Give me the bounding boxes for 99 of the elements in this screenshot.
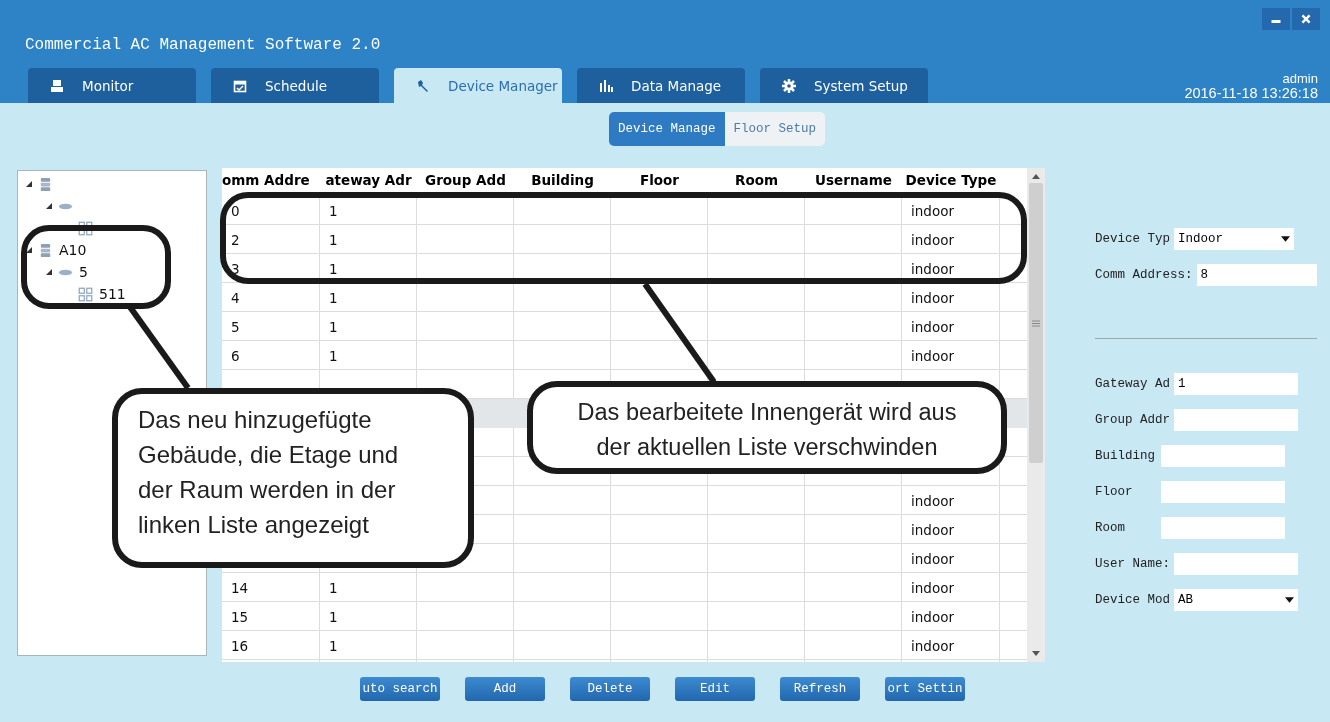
field-label: Gateway Ad: [1095, 377, 1170, 391]
tab[interactable]: Data Manage: [577, 68, 745, 103]
input-field[interactable]: [1174, 409, 1298, 431]
minimize-button[interactable]: [1262, 8, 1290, 30]
segment-tab[interactable]: Floor Setup: [724, 112, 825, 146]
scroll-up-icon[interactable]: [1032, 174, 1040, 179]
table-cell: 1: [329, 579, 338, 596]
minimize-icon: [1271, 20, 1281, 23]
printer-icon: [50, 78, 64, 93]
column-header[interactable]: ateway Adr: [320, 172, 417, 196]
callout-tooltip: Das neu hinzugefügte Gebäude, die Etage und der Raum werden in der linken Liste angezeigt: [112, 388, 474, 568]
action-button[interactable]: Refresh: [780, 677, 860, 701]
table-cell: indoor: [911, 492, 954, 509]
table-cell: indoor: [911, 521, 954, 538]
action-button[interactable]: Add: [465, 677, 545, 701]
action-button[interactable]: Edit: [675, 677, 755, 701]
caret-icon: [1285, 597, 1294, 603]
expanded-triangle-icon[interactable]: [26, 181, 32, 187]
input-field[interactable]: [1161, 481, 1285, 503]
building-icon: [38, 176, 53, 192]
table-cell: 14: [231, 579, 249, 596]
table-cell: 16: [231, 637, 249, 654]
table-cell: indoor: [911, 318, 954, 335]
dropdown[interactable]: AB: [1174, 589, 1298, 611]
field-label: Room: [1095, 521, 1126, 535]
table-cell: 1: [329, 318, 338, 335]
action-button[interactable]: ort Settin: [885, 677, 965, 701]
building-icon: [38, 242, 53, 258]
input-field[interactable]: [1174, 553, 1298, 575]
table-cell: indoor: [911, 231, 954, 248]
column-header[interactable]: omm Addre: [222, 172, 320, 196]
table-cell: indoor: [911, 608, 954, 625]
column-header[interactable]: Floor: [611, 172, 708, 196]
tree-item[interactable]: A10: [59, 242, 87, 258]
field-label: User Name:: [1095, 557, 1170, 571]
table-cell: indoor: [911, 579, 954, 596]
field-label: Comm Address:: [1095, 268, 1193, 282]
expanded-triangle-icon[interactable]: [46, 269, 52, 275]
table-cell: indoor: [911, 260, 954, 277]
wrench-icon: [416, 78, 430, 93]
bar-chart-icon: [599, 78, 613, 93]
action-button[interactable]: uto search: [360, 677, 440, 701]
field-label: Building: [1095, 449, 1156, 463]
expanded-triangle-icon[interactable]: [46, 203, 52, 209]
close-icon: [1300, 13, 1312, 25]
callout-tooltip: Das bearbeitete Innengerät wird aus der aktuellen Liste verschwinden: [527, 381, 1007, 474]
input-field[interactable]: [1161, 517, 1285, 539]
segment-tab[interactable]: Device Manage: [608, 112, 725, 146]
tree-item[interactable]: 511: [99, 286, 126, 302]
table-cell: 1: [329, 347, 338, 364]
user-name: admin: [1282, 72, 1318, 86]
grip-icon: [1032, 319, 1040, 327]
column-header[interactable]: Device Type: [902, 172, 1000, 196]
table-cell: 2: [231, 231, 240, 248]
table-cell: 1: [329, 202, 338, 219]
column-header[interactable]: Room: [708, 172, 805, 196]
table-cell: 1: [329, 637, 338, 654]
table-cell: indoor: [911, 347, 954, 364]
calendar-icon: [233, 78, 247, 93]
scroll-down-icon[interactable]: [1032, 651, 1040, 656]
tab[interactable]: System Setup: [760, 68, 928, 103]
input-field[interactable]: [1161, 445, 1285, 467]
table-cell: 1: [329, 231, 338, 248]
close-button[interactable]: [1292, 8, 1320, 30]
tab[interactable]: Device Manager: [394, 68, 562, 103]
table-cell: indoor: [911, 289, 954, 306]
table-cell: indoor: [911, 202, 954, 219]
column-header[interactable]: Group Add: [417, 172, 514, 196]
table-cell: 6: [231, 347, 240, 364]
column-header[interactable]: Building: [514, 172, 611, 196]
expanded-triangle-icon[interactable]: [26, 247, 32, 253]
action-button[interactable]: Delete: [570, 677, 650, 701]
settings-icon: [782, 78, 796, 93]
field-label: Floor: [1095, 485, 1134, 499]
field-label: Group Addr: [1095, 413, 1170, 427]
tree-item[interactable]: 5: [79, 264, 88, 280]
scrollbar[interactable]: [1027, 168, 1045, 662]
caret-icon: [1281, 236, 1290, 242]
input-field[interactable]: 1: [1174, 373, 1298, 395]
table-cell: 5: [231, 318, 240, 335]
field-label: Device Mod: [1095, 593, 1170, 607]
tab[interactable]: Schedule: [211, 68, 379, 103]
field-label: Device Typ: [1095, 232, 1170, 246]
table-cell: 0: [231, 202, 240, 219]
room-icon: [78, 286, 93, 302]
table-cell: 1: [329, 289, 338, 306]
input-field[interactable]: 8: [1196, 264, 1317, 286]
room-icon: [78, 220, 93, 236]
table-cell: 4: [231, 289, 240, 306]
table-cell: 1: [329, 608, 338, 625]
table-cell: indoor: [911, 550, 954, 567]
dropdown[interactable]: Indoor: [1174, 228, 1294, 250]
window-title: Commercial AC Management Software 2.0: [24, 36, 382, 54]
column-header[interactable]: Username: [805, 172, 902, 196]
table-cell: 15: [231, 608, 249, 625]
date-time: 2016-11-18 13:26:18: [1184, 86, 1318, 100]
tab[interactable]: Monitor: [28, 68, 196, 103]
table-cell: indoor: [911, 637, 954, 654]
table-cell: 1: [329, 260, 338, 277]
